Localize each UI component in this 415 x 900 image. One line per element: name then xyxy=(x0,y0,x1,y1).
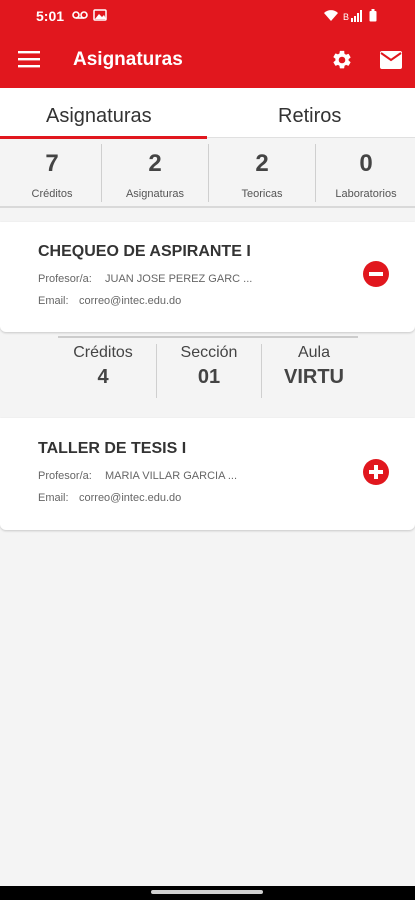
detail-label: Créditos xyxy=(73,344,133,361)
email-row: Email: correo@intec.edu.do xyxy=(38,492,181,504)
detail-value: 4 xyxy=(97,366,109,388)
detail-aula: Aula VIRTU xyxy=(261,344,367,389)
course-card[interactable]: TALLER DE TESIS I Profesor/a: MARIA VILL… xyxy=(0,418,415,530)
detail-label: Sección xyxy=(180,344,238,361)
course-details: Créditos 4 Sección 01 Aula VIRTU xyxy=(0,336,415,400)
email-label: Email: xyxy=(38,295,69,307)
email-value[interactable]: correo@intec.edu.do xyxy=(79,295,181,307)
divider xyxy=(101,144,102,202)
stat-asignaturas: 2 Asignaturas xyxy=(103,140,207,206)
divider xyxy=(315,144,316,202)
professor-name: JUAN JOSE PEREZ GARC ... xyxy=(105,273,253,285)
stat-value: 2 xyxy=(148,150,162,177)
course-name: TALLER DE TESIS I xyxy=(38,440,187,457)
tab-retiros[interactable]: Retiros xyxy=(278,105,341,128)
professor-label: Profesor/a: xyxy=(38,273,92,285)
stat-value: 0 xyxy=(359,150,373,177)
stat-label: Asignaturas xyxy=(125,188,185,200)
tab-indicator xyxy=(0,136,207,139)
minus-circle-icon[interactable] xyxy=(363,261,389,287)
battery-icon xyxy=(369,9,377,22)
stat-value: 2 xyxy=(255,150,269,177)
professor-label: Profesor/a: xyxy=(38,470,92,482)
professor-name: MARIA VILLAR GARCIA ... xyxy=(105,470,238,482)
stat-label: Teoricas xyxy=(241,188,283,200)
detail-creditos: Créditos 4 xyxy=(50,344,156,389)
stat-creditos: 7 Créditos xyxy=(0,140,104,206)
detail-seccion: Sección 01 xyxy=(156,344,262,389)
stat-laboratorios: 0 Laboratorios xyxy=(317,140,415,206)
course-card[interactable]: CHEQUEO DE ASPIRANTE I Profesor/a: JUAN … xyxy=(0,222,415,332)
stats-summary: 7 Créditos 2 Asignaturas 2 Teoricas 0 La… xyxy=(0,140,415,208)
email-label: Email: xyxy=(38,492,69,504)
signal-icon: B xyxy=(343,9,362,22)
hamburger-menu-icon[interactable] xyxy=(18,50,40,68)
status-bar: 5:01 B xyxy=(0,0,415,34)
detail-label: Aula xyxy=(297,344,331,361)
course-name: CHEQUEO DE ASPIRANTE I xyxy=(38,243,251,260)
app-bar: Asignaturas xyxy=(0,34,415,88)
tab-bar: Asignaturas Retiros xyxy=(0,88,415,138)
detail-value: 01 xyxy=(197,366,221,388)
page-title: Asignaturas xyxy=(73,49,183,70)
image-icon xyxy=(93,9,107,21)
detail-value: VIRTU xyxy=(284,366,344,388)
wifi-icon xyxy=(324,9,338,21)
tab-asignaturas[interactable]: Asignaturas xyxy=(46,105,152,128)
stat-teoricas: 2 Teoricas xyxy=(210,140,314,206)
email-row: Email: correo@intec.edu.do xyxy=(38,295,181,307)
professor-row: Profesor/a: MARIA VILLAR GARCIA ... xyxy=(38,470,237,482)
home-gesture-handle[interactable] xyxy=(151,890,263,894)
plus-circle-icon[interactable] xyxy=(363,459,389,485)
svg-text:B: B xyxy=(343,12,349,22)
status-time: 5:01 xyxy=(36,8,65,24)
gear-icon[interactable] xyxy=(331,49,353,71)
voicemail-icon xyxy=(72,11,88,19)
stat-label: Laboratorios xyxy=(335,188,397,200)
professor-row: Profesor/a: JUAN JOSE PEREZ GARC ... xyxy=(38,273,252,285)
divider xyxy=(208,144,209,202)
stat-value: 7 xyxy=(45,150,59,177)
system-nav-bar xyxy=(0,886,415,900)
mail-icon[interactable] xyxy=(379,50,403,70)
stat-label: Créditos xyxy=(31,188,73,200)
divider xyxy=(58,336,358,338)
email-value[interactable]: correo@intec.edu.do xyxy=(79,492,181,504)
